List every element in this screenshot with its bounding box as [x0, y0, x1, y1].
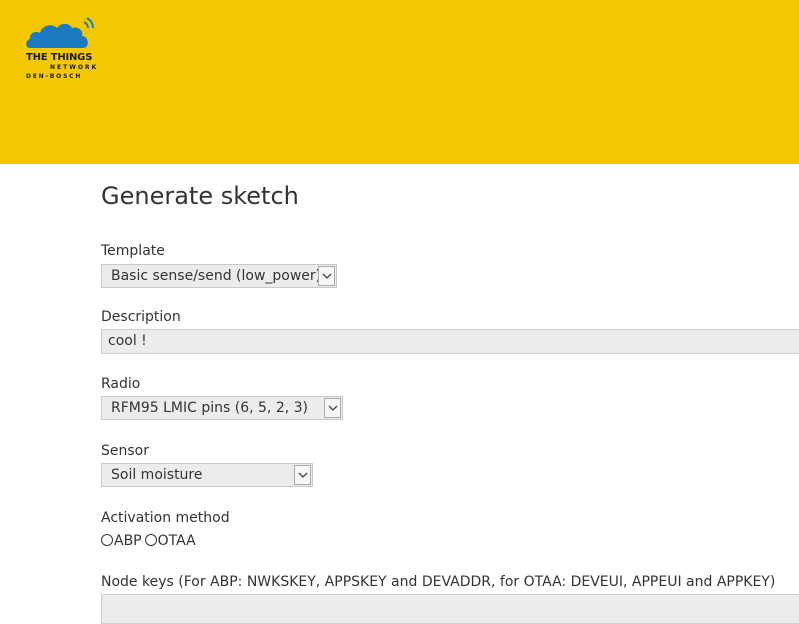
node-keys-input[interactable]: [101, 594, 799, 624]
abp-radio[interactable]: [101, 534, 113, 546]
otaa-radio[interactable]: [144, 534, 157, 546]
sensor-select[interactable]: Soil moisture: [101, 463, 313, 487]
ttn-logo[interactable]: THE THINGS NETWORK DEN-BOSCH: [24, 14, 104, 84]
page-title: Generate sketch: [101, 182, 299, 210]
activation-label: Activation method: [101, 510, 230, 526]
logo-text-den-bosch: DEN-BOSCH: [26, 73, 83, 80]
sensor-label: Sensor: [101, 443, 149, 459]
activation-radio-group: ABP OTAA: [101, 533, 199, 551]
cloud-signal-icon: [26, 17, 94, 48]
otaa-radio-label[interactable]: OTAA: [158, 533, 196, 549]
template-select-value: Basic sense/send (low_power): [111, 268, 322, 284]
node-keys-label: Node keys (For ABP: NWKSKEY, APPSKEY and…: [101, 574, 776, 590]
sensor-select-value: Soil moisture: [111, 467, 203, 483]
radio-label: Radio: [101, 376, 141, 392]
chevron-down-icon[interactable]: [324, 398, 341, 418]
description-label: Description: [101, 309, 181, 325]
logo-text-the-things: THE THINGS: [26, 52, 93, 63]
description-input[interactable]: cool !: [101, 329, 799, 354]
chevron-down-icon[interactable]: [318, 266, 335, 286]
radio-select-value: RFM95 LMIC pins (6, 5, 2, 3): [111, 400, 309, 416]
description-input-value: cool !: [108, 333, 147, 349]
template-label: Template: [101, 243, 165, 259]
radio-select[interactable]: RFM95 LMIC pins (6, 5, 2, 3): [101, 396, 343, 420]
abp-radio-label[interactable]: ABP: [114, 533, 142, 549]
site-header: THE THINGS NETWORK DEN-BOSCH: [0, 0, 799, 164]
chevron-down-icon[interactable]: [294, 465, 311, 485]
logo-text-network: NETWORK: [50, 64, 99, 71]
template-select[interactable]: Basic sense/send (low_power): [101, 264, 337, 288]
